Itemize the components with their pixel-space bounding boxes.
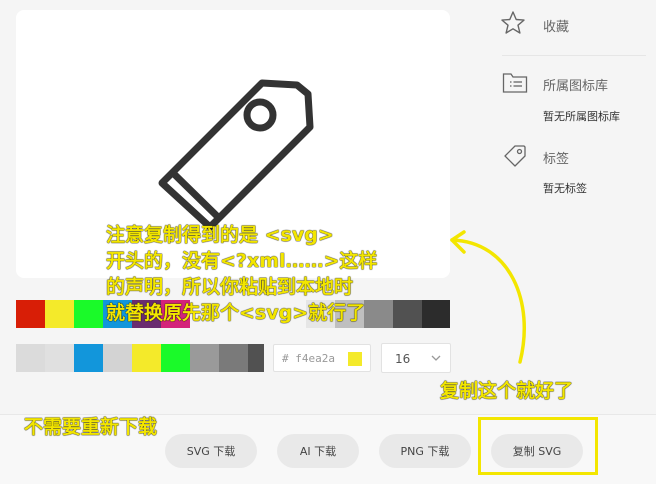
copy-svg-highlight [478, 417, 598, 475]
color-preview-chip [348, 352, 362, 366]
swatch-dark-gray-2[interactable] [248, 344, 264, 372]
color-hex-input[interactable]: # f4ea2a [273, 344, 371, 372]
callout-line: 开头的，没有<?xml……>这样 [106, 250, 378, 272]
swatch-yellow-2[interactable] [132, 344, 161, 372]
swatch-green[interactable] [74, 300, 103, 328]
sidebar: 收藏 所属图标库 暂无所属图标库 标签 暂无标签 [490, 0, 656, 210]
tag-small-icon [504, 145, 526, 167]
library-value: 暂无所属图标库 [543, 110, 620, 123]
swatch-pale-gray-2[interactable] [45, 344, 74, 372]
callout-note: 注意复制得到的是 <svg> 开头的，没有<?xml……>这样 的声明，所以你粘… [106, 222, 456, 326]
swatch-pale-gray[interactable] [16, 344, 45, 372]
folder-list-icon [502, 73, 528, 93]
favorite-label: 收藏 [543, 20, 570, 35]
png-download-button[interactable]: PNG 下载 [379, 434, 471, 468]
size-value: 16 [395, 352, 411, 366]
library-label: 所属图标库 [543, 79, 609, 94]
star-icon [501, 11, 525, 34]
annotation-arrow [450, 230, 526, 364]
color-hex-value: # f4ea2a [282, 352, 335, 365]
copy-note: 复制这个就好了 [440, 380, 574, 402]
swatch-mid-gray[interactable] [190, 344, 219, 372]
divider [502, 55, 646, 56]
tag-icon [158, 79, 314, 231]
ai-download-button[interactable]: AI 下载 [277, 434, 359, 468]
swatch-green-2[interactable] [161, 344, 190, 372]
swatch-sky-blue[interactable] [74, 344, 103, 372]
svg-download-button[interactable]: SVG 下载 [165, 434, 257, 468]
swatch-yellow[interactable] [45, 300, 74, 328]
callout-line: 注意复制得到的是 <svg> [106, 224, 334, 246]
swatch-mid-gray-2[interactable] [219, 344, 248, 372]
swatch-red[interactable] [16, 300, 45, 328]
tags-label: 标签 [543, 152, 570, 167]
tags-value: 暂无标签 [543, 182, 587, 195]
callout-line: 的声明，所以你粘贴到本地时 [106, 276, 354, 298]
swatch-light-gray-3[interactable] [103, 344, 132, 372]
redownload-note: 不需要重新下载 [24, 416, 158, 438]
callout-line: 就替换原先那个<svg>就行了 [106, 302, 366, 324]
